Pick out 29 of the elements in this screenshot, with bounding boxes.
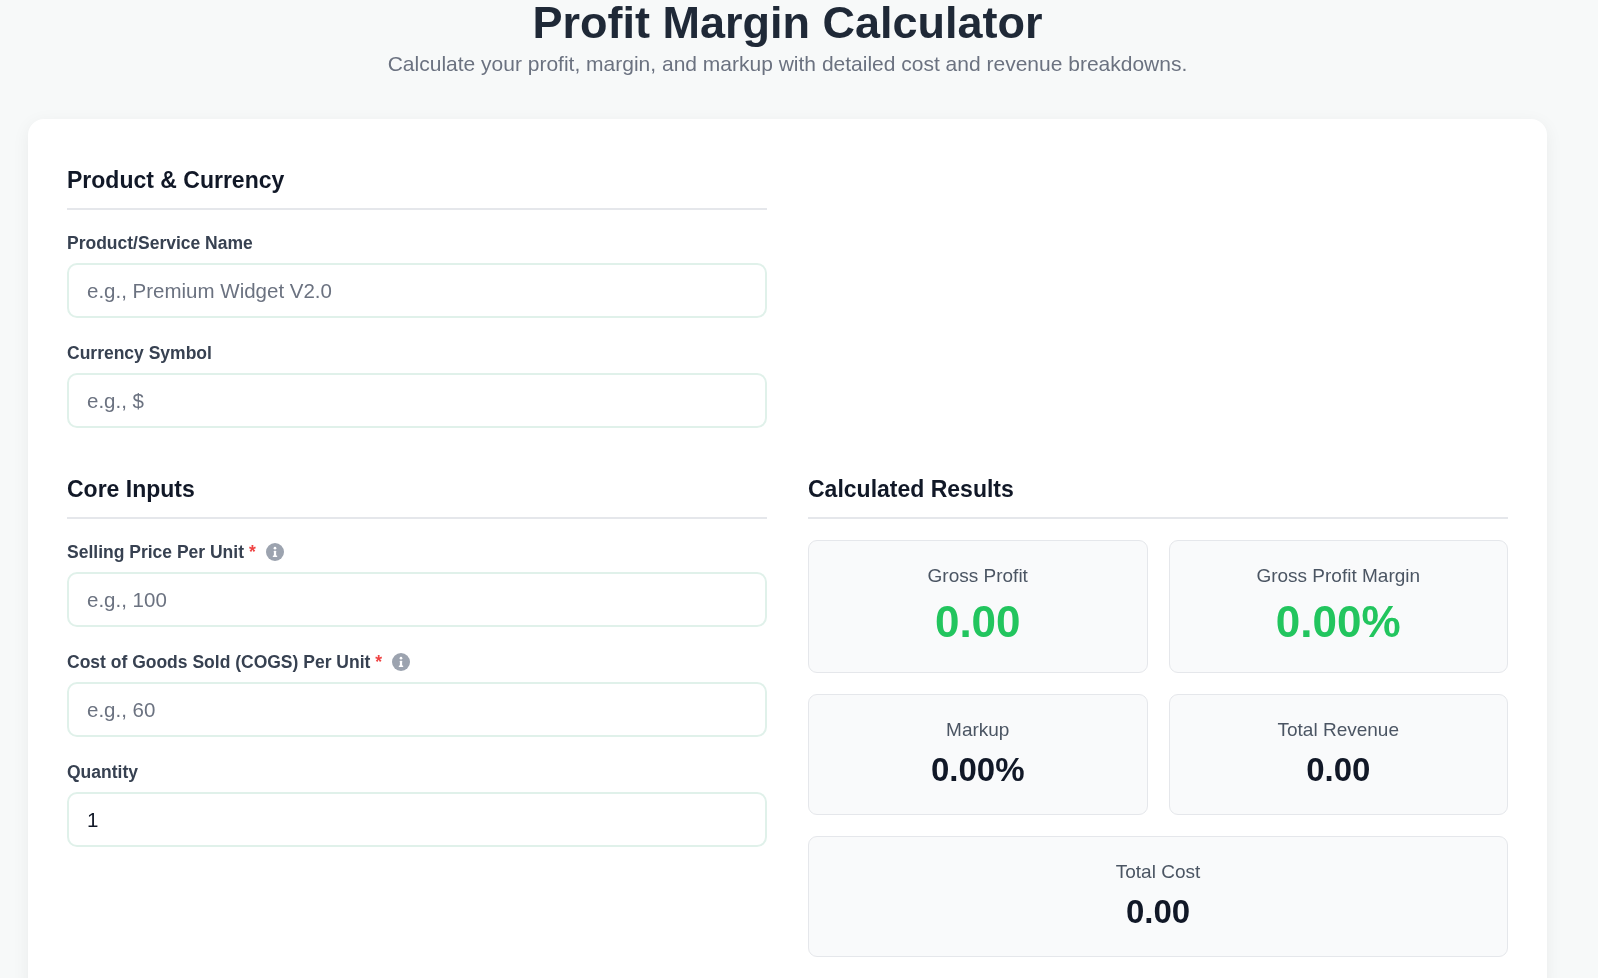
required-asterisk: * bbox=[249, 541, 256, 563]
input-field[interactable]: e.g., 60 bbox=[67, 682, 767, 737]
field-label: Cost of Goods Sold (COGS) Per Unit bbox=[67, 651, 371, 673]
result-label: Gross Profit Margin bbox=[1256, 564, 1421, 588]
input-field[interactable]: e.g., Premium Widget V2.0 bbox=[67, 263, 767, 318]
result-value: 0.00 bbox=[1306, 750, 1371, 790]
info-icon[interactable] bbox=[265, 543, 284, 561]
field-label: Product/Service Name bbox=[67, 232, 253, 254]
input-field[interactable]: 1 bbox=[67, 792, 767, 847]
input-field[interactable]: e.g., 100 bbox=[67, 572, 767, 627]
page-subtitle: Calculate your profit, margin, and markup with detailed cost and revenue breakdowns. bbox=[386, 51, 1189, 77]
input-field[interactable]: e.g., $ bbox=[67, 373, 767, 428]
result-label: Markup bbox=[946, 718, 1010, 742]
result-label: Total Revenue bbox=[1277, 718, 1399, 742]
field-label: Currency Symbol bbox=[67, 342, 212, 364]
info-icon[interactable] bbox=[392, 653, 411, 671]
section-heading: Core Inputs bbox=[67, 475, 767, 519]
field-label: Selling Price Per Unit bbox=[67, 541, 244, 563]
section-heading: Product & Currency bbox=[67, 166, 767, 210]
section-heading: Calculated Results bbox=[808, 475, 1508, 519]
field-label: Quantity bbox=[67, 761, 138, 783]
result-value: 0.00% bbox=[930, 750, 1025, 790]
result-value: 0.00 bbox=[1125, 892, 1191, 932]
result-value: 0.00 bbox=[934, 596, 1021, 648]
result-label: Gross Profit bbox=[927, 564, 1028, 588]
required-asterisk: * bbox=[375, 651, 383, 673]
result-label: Total Cost bbox=[1115, 860, 1201, 884]
result-value: 0.00% bbox=[1275, 596, 1401, 648]
page-title: Profit Margin Calculator bbox=[531, 0, 1044, 46]
